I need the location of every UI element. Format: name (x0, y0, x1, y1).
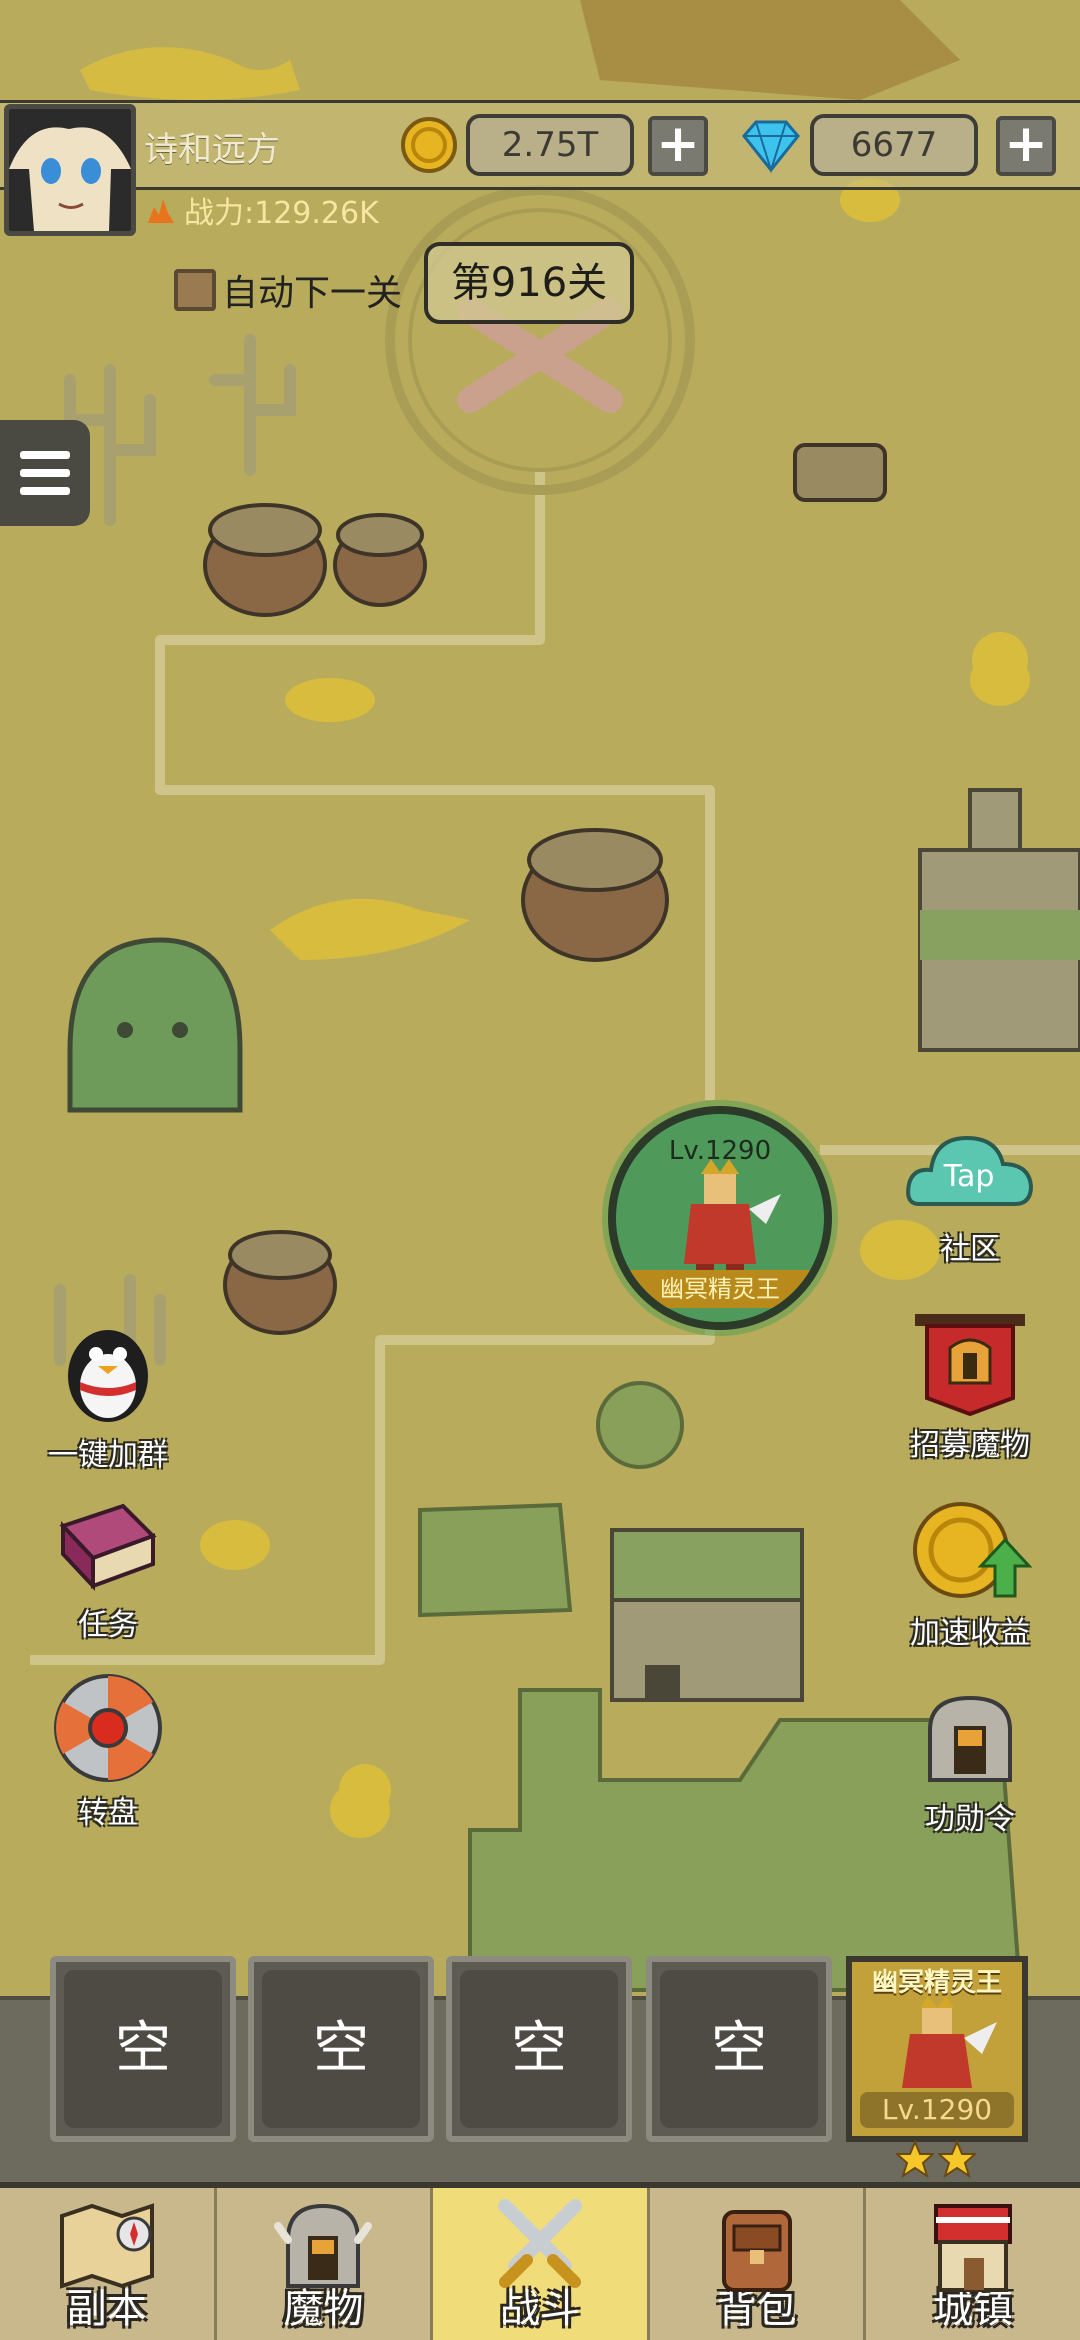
speed-up-income-button[interactable]: 加速收益 (890, 1496, 1050, 1652)
player-name: 诗和远方 (144, 130, 280, 170)
stage-number: 第916关 (424, 242, 634, 324)
backpack-icon (721, 2210, 792, 2292)
menu-icon-line (20, 487, 70, 495)
penguin-icon (68, 1330, 148, 1422)
gold-value: 2.75T (501, 125, 599, 165)
hero-slot[interactable]: 幽冥精灵王 Lv.1290 (846, 1956, 1028, 2142)
knight-helmet-icon (928, 1695, 1012, 1782)
bottom-navigation: 副本 魔物 战斗 背包 城镇 (0, 2182, 1080, 2340)
player-avatar[interactable] (4, 104, 136, 236)
coin-arrow-icon (913, 1502, 1033, 1598)
star-icon (938, 2140, 976, 2178)
recruit-button[interactable]: 招募魔物 (890, 1308, 1050, 1464)
team-slot-2[interactable]: 空 (248, 1956, 434, 2142)
join-group-button[interactable]: 一键加群 (28, 1316, 188, 1474)
hero-stars (896, 2140, 976, 2178)
tab-dungeon[interactable]: 副本 (0, 2188, 217, 2340)
crossed-swords-icon (497, 2199, 582, 2288)
banner-helmet-icon (915, 1314, 1025, 1416)
auto-next-toggle[interactable]: 自动下一关 (174, 264, 402, 316)
hero-level: Lv.1290 (860, 2092, 1014, 2128)
team-slot-4[interactable]: 空 (646, 1956, 832, 2142)
wheel-label: 转盘 (78, 1796, 138, 1831)
boss-node[interactable]: Lv.1290 幽冥精灵王 (608, 1106, 832, 1330)
tab-town[interactable]: 城镇 (866, 2188, 1080, 2340)
gold-amount: 2.75T (466, 114, 634, 176)
gem-value: 6677 (850, 125, 938, 165)
community-button[interactable]: Tap 社区 (890, 1124, 1050, 1268)
speed-up-income-label: 加速收益 (910, 1616, 1030, 1651)
taptap-cloud-icon: Tap (906, 1135, 1034, 1206)
add-gems-button[interactable]: + (996, 116, 1056, 176)
empty-slot-label: 空 (660, 1970, 818, 2128)
join-group-label: 一键加群 (48, 1438, 168, 1473)
menu-icon-line (20, 469, 70, 477)
map-icon (59, 2203, 154, 2289)
community-label: 社区 (940, 1232, 1000, 1267)
star-icon (896, 2140, 934, 2178)
gold-coin-icon (401, 117, 457, 173)
tab-backpack[interactable]: 背包 (650, 2188, 867, 2340)
add-gold-button[interactable]: + (648, 116, 708, 176)
helmet-icon (274, 2203, 373, 2288)
merit-order-label: 功勋令 (925, 1802, 1015, 1837)
menu-icon-line (20, 451, 70, 459)
tap-badge-text: Tap (943, 1159, 995, 1194)
auto-next-label: 自动下一关 (222, 273, 403, 314)
wheel-button[interactable]: 转盘 (28, 1672, 188, 1832)
recruit-label: 招募魔物 (910, 1428, 1030, 1463)
combat-power-value: 战力:129.26K (184, 196, 379, 231)
empty-slot-label: 空 (460, 1970, 618, 2128)
quest-button[interactable]: 任务 (28, 1496, 188, 1644)
empty-slot-label: 空 (262, 1970, 420, 2128)
avatar-face-icon (9, 109, 131, 231)
menu-button[interactable] (0, 420, 90, 526)
tab-monsters[interactable]: 魔物 (217, 2188, 434, 2340)
power-icon (148, 199, 174, 223)
boss-name: 幽冥精灵王 (616, 1270, 824, 1308)
empty-slot-label: 空 (64, 1970, 222, 2128)
shop-icon (934, 2204, 1013, 2292)
merit-order-button[interactable]: 功勋令 (890, 1690, 1050, 1838)
team-slot-1[interactable]: 空 (50, 1956, 236, 2142)
tab-battle[interactable]: 战斗 (433, 2188, 650, 2340)
quest-label: 任务 (78, 1608, 138, 1643)
wheel-icon (54, 1674, 162, 1782)
diamond-icon (742, 120, 800, 174)
team-slot-3[interactable]: 空 (446, 1956, 632, 2142)
book-icon (59, 1503, 157, 1592)
gem-amount: 6677 (810, 114, 978, 176)
combat-power: 战力:129.26K (144, 190, 379, 231)
auto-next-checkbox[interactable] (174, 269, 216, 311)
